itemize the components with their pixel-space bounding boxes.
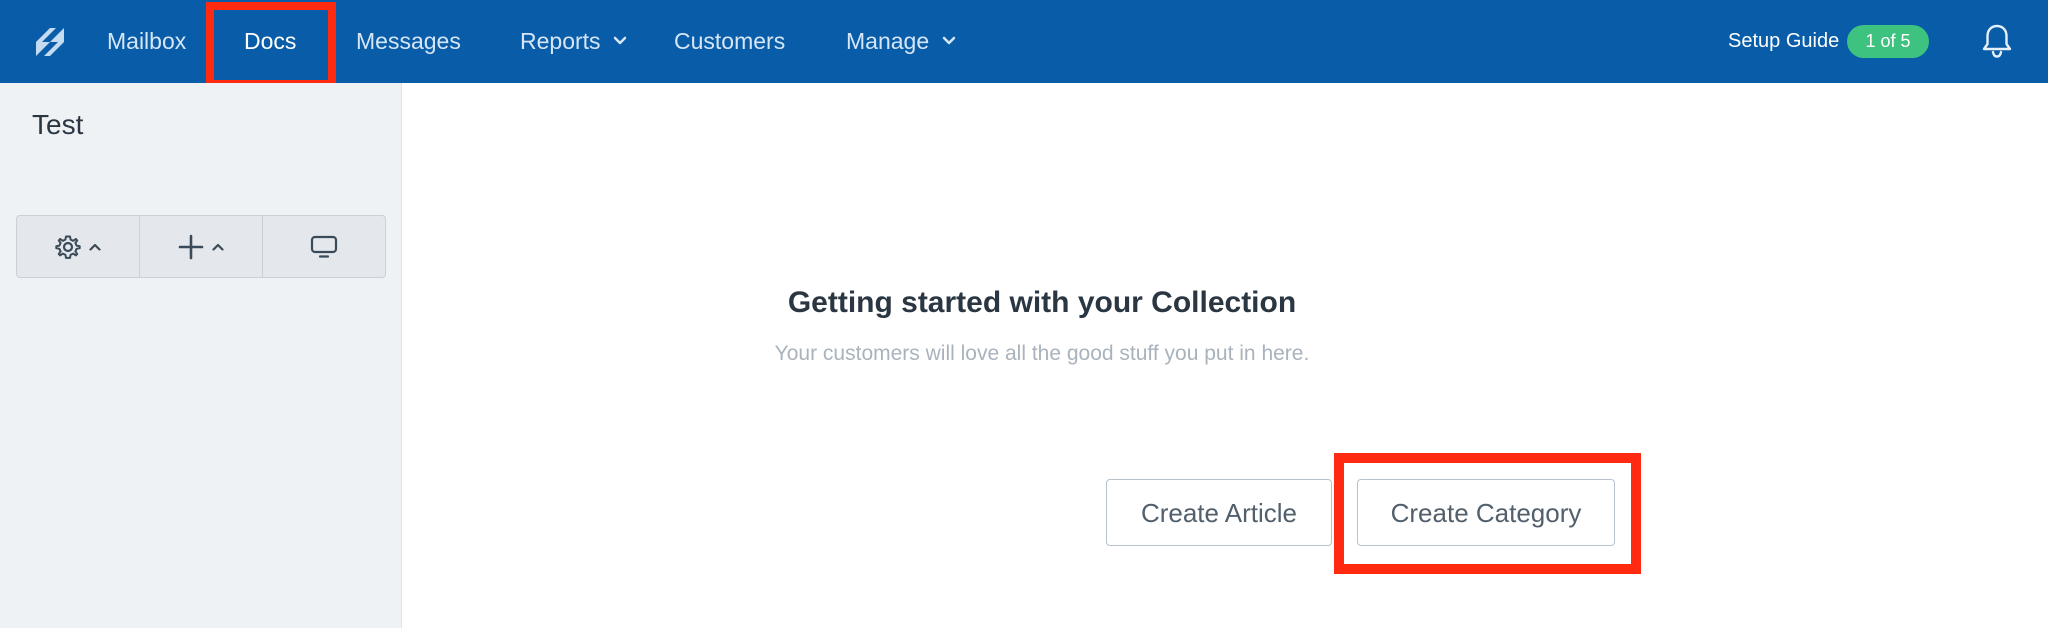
collection-title: Test (32, 109, 84, 140)
nav-item-messages[interactable]: Messages (356, 0, 461, 83)
chevron-down-icon (942, 36, 955, 45)
nav-item-docs[interactable]: Docs (244, 0, 296, 83)
nav-item-label: Reports (520, 28, 601, 54)
settings-menu-button[interactable] (17, 216, 140, 277)
preview-site-button[interactable] (263, 216, 385, 277)
nav-item-reports[interactable]: Reports (520, 0, 627, 83)
create-category-button[interactable]: Create Category (1357, 479, 1615, 546)
notifications-bell-icon[interactable] (1980, 22, 2014, 60)
nav-item-customers[interactable]: Customers (674, 0, 785, 83)
empty-state-title: Getting started with your Collection (787, 286, 1297, 319)
sidebar-toolbar (16, 215, 386, 278)
setup-guide-link[interactable]: Setup Guide (1728, 0, 1839, 83)
chevron-down-icon (613, 36, 627, 45)
plus-icon (178, 234, 204, 259)
nav-item-label: Customers (674, 28, 786, 54)
add-menu-button[interactable] (140, 216, 263, 277)
top-navigation-bar: Mailbox Docs Messages Reports Customers … (0, 0, 2048, 83)
caret-up-icon (89, 243, 101, 251)
nav-item-label: Mailbox (107, 28, 187, 54)
nav-item-label: Manage (846, 28, 930, 54)
nav-item-manage[interactable]: Manage (846, 0, 956, 83)
nav-item-mailbox[interactable]: Mailbox (107, 0, 186, 83)
monitor-icon (310, 235, 338, 258)
helpscout-logo-icon[interactable] (30, 22, 70, 62)
setup-guide-label: Setup Guide (1728, 30, 1840, 52)
gear-icon (55, 235, 81, 259)
empty-state-subtitle: Your customers will love all the good st… (774, 342, 1310, 365)
caret-up-icon (212, 243, 224, 251)
sidebar: Test (0, 83, 402, 628)
create-article-button[interactable]: Create Article (1106, 479, 1332, 546)
nav-item-label: Messages (356, 28, 461, 54)
nav-item-label: Docs (244, 28, 297, 54)
setup-progress-badge[interactable]: 1 of 5 (1847, 25, 1929, 58)
